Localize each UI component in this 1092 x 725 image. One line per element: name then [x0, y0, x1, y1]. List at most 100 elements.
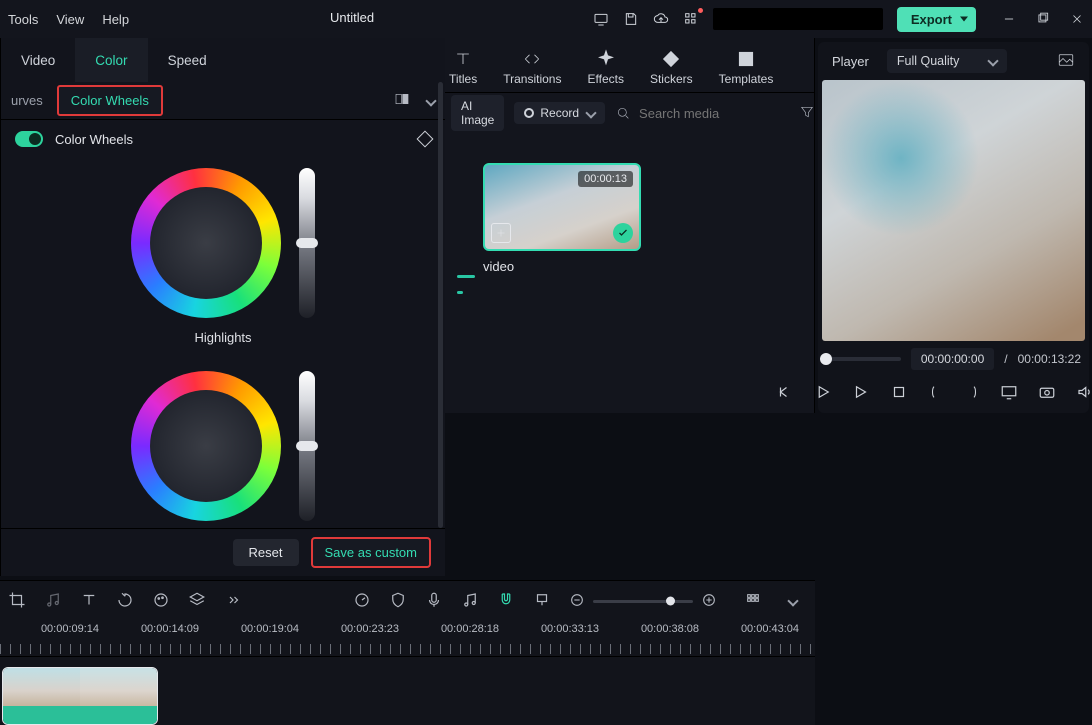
- display-icon[interactable]: [1000, 383, 1018, 404]
- subtab-color-wheels[interactable]: Color Wheels: [57, 85, 163, 116]
- keyframe-icon[interactable]: [417, 131, 434, 148]
- quality-select[interactable]: Full Quality: [887, 49, 1008, 73]
- tab-label: Effects: [587, 72, 623, 86]
- seek-slider[interactable]: [826, 357, 901, 361]
- tab-effects[interactable]: Effects: [587, 49, 623, 86]
- ai-image-button[interactable]: AI Image: [451, 95, 504, 131]
- tab-label: Stickers: [650, 72, 693, 86]
- tab-label: Templates: [719, 72, 774, 86]
- search-icon: [615, 105, 631, 121]
- tab-label: Transitions: [503, 72, 561, 86]
- snapshot-icon[interactable]: [1057, 51, 1075, 72]
- section-label: Color Wheels: [55, 132, 133, 147]
- zoom-in-icon[interactable]: [701, 592, 717, 611]
- highlights-label: Highlights: [194, 330, 251, 345]
- midtones-color-wheel[interactable]: [131, 371, 281, 521]
- tab-templates[interactable]: Templates: [719, 49, 774, 86]
- tab-titles[interactable]: Titles: [449, 49, 477, 86]
- highlights-luma-slider[interactable]: [299, 168, 315, 318]
- monitor-icon[interactable]: [593, 11, 609, 27]
- rtab-color[interactable]: Color: [75, 38, 147, 82]
- clip-name: video: [483, 259, 641, 274]
- speed-icon[interactable]: [353, 591, 371, 612]
- mark-out-icon[interactable]: [964, 383, 980, 404]
- add-to-timeline-icon[interactable]: [491, 223, 511, 243]
- tab-transitions[interactable]: Transitions: [503, 49, 561, 86]
- marker-icon[interactable]: [533, 591, 551, 612]
- zoom-slider[interactable]: [593, 600, 693, 603]
- play-range-icon[interactable]: [852, 383, 870, 404]
- maximize-icon[interactable]: [1036, 12, 1050, 26]
- crop-icon[interactable]: [8, 591, 26, 612]
- menu-help[interactable]: Help: [102, 12, 129, 27]
- player-label: Player: [832, 54, 869, 69]
- effects-icon: [596, 49, 616, 69]
- subtab-curves[interactable]: urves: [11, 93, 43, 108]
- current-time: 00:00:00:00: [911, 348, 994, 370]
- play-icon[interactable]: [814, 383, 832, 404]
- mark-in-icon[interactable]: [928, 383, 944, 404]
- rotate-icon[interactable]: [116, 591, 134, 612]
- chevron-down-icon[interactable]: [425, 95, 436, 106]
- ruler-marker: 00:00:09:14: [41, 623, 99, 635]
- tab-label: Titles: [449, 72, 477, 86]
- audio-icon[interactable]: [44, 591, 62, 612]
- chevron-down-icon: [988, 55, 999, 66]
- filter-icon[interactable]: [799, 104, 815, 123]
- record-button[interactable]: Record: [514, 102, 605, 124]
- cloud-upload-icon[interactable]: [653, 11, 669, 27]
- search-input[interactable]: [639, 106, 789, 121]
- total-duration: 00:00:13:22: [1018, 352, 1081, 366]
- highlights-color-wheel[interactable]: [131, 168, 281, 318]
- zoom-out-icon[interactable]: [569, 592, 585, 611]
- menu-tools[interactable]: Tools: [8, 12, 38, 27]
- rtab-speed[interactable]: Speed: [148, 38, 227, 82]
- mic-icon[interactable]: [425, 591, 443, 612]
- media-thumbnail[interactable]: 00:00:13: [483, 163, 641, 251]
- overflow-icon[interactable]: [224, 591, 242, 612]
- preview-canvas[interactable]: [822, 80, 1085, 341]
- chevron-down-icon[interactable]: [787, 595, 798, 606]
- palette-icon[interactable]: [152, 591, 170, 612]
- layers-icon[interactable]: [188, 591, 206, 612]
- right-panel-scrollbar[interactable]: [438, 82, 443, 528]
- save-icon[interactable]: [623, 11, 639, 27]
- apps-icon[interactable]: [683, 11, 699, 27]
- tab-stickers[interactable]: Stickers: [650, 49, 693, 86]
- magnet-icon[interactable]: [497, 591, 515, 612]
- grid-view-icon[interactable]: [745, 592, 761, 611]
- ruler-marker: 00:00:28:18: [441, 623, 499, 635]
- chip-label: Record: [540, 106, 579, 120]
- window-title: Untitled: [330, 10, 374, 25]
- midtones-luma-slider[interactable]: [299, 371, 315, 521]
- camera-icon[interactable]: [1038, 383, 1056, 404]
- export-button[interactable]: Export: [897, 7, 976, 32]
- step-back-icon[interactable]: [776, 383, 794, 404]
- reset-button[interactable]: Reset: [233, 539, 299, 566]
- rtab-video[interactable]: Video: [1, 38, 75, 82]
- ruler-marker: 00:00:33:13: [541, 623, 599, 635]
- music-tool-icon[interactable]: [461, 591, 479, 612]
- save-as-custom-button[interactable]: Save as custom: [311, 537, 432, 568]
- timeline-ruler[interactable]: 00:00:09:14 00:00:14:09 00:00:19:04 00:0…: [0, 623, 815, 657]
- chip-label: AI Image: [461, 99, 494, 127]
- templates-icon: [736, 49, 756, 69]
- menu-view[interactable]: View: [56, 12, 84, 27]
- import-strip[interactable]: [457, 265, 465, 311]
- compare-icon[interactable]: [393, 91, 411, 110]
- ruler-marker: 00:00:43:04: [741, 623, 799, 635]
- timeline-clip[interactable]: [2, 667, 158, 725]
- ruler-marker: 00:00:14:09: [141, 623, 199, 635]
- volume-icon[interactable]: [1076, 383, 1092, 404]
- shield-icon[interactable]: [389, 591, 407, 612]
- stickers-icon: [661, 49, 681, 69]
- color-wheels-toggle[interactable]: [15, 131, 43, 147]
- text-icon[interactable]: [80, 591, 98, 612]
- ruler-marker: 00:00:38:08: [641, 623, 699, 635]
- record-dot-icon: [524, 108, 534, 118]
- close-icon[interactable]: [1070, 12, 1084, 26]
- transitions-icon: [522, 49, 542, 69]
- account-placeholder: [713, 8, 883, 30]
- minimize-icon[interactable]: [1002, 12, 1016, 26]
- stop-icon[interactable]: [890, 383, 908, 404]
